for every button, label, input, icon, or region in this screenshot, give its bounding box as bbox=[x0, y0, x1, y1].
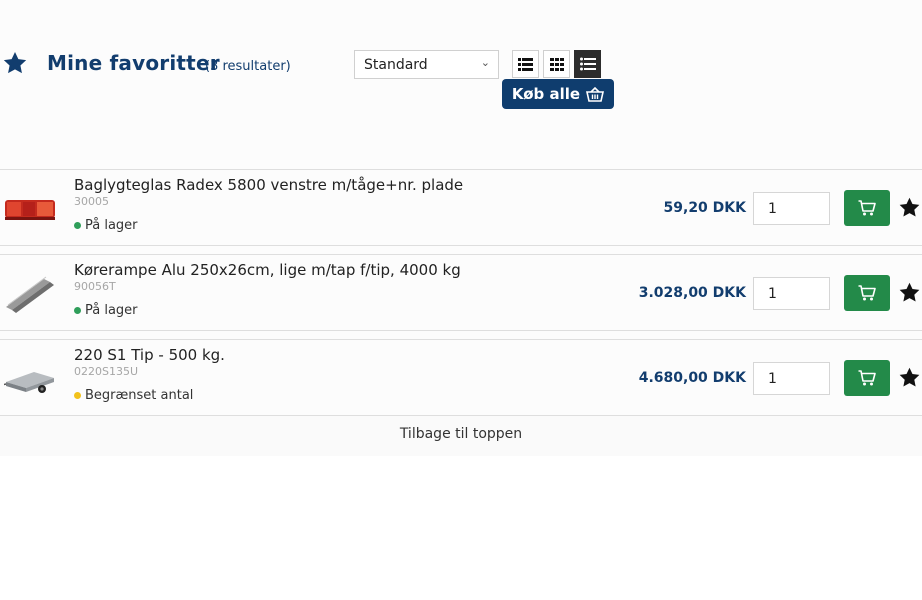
stock-status: Begrænset antal bbox=[74, 388, 193, 403]
sort-select[interactable]: Standard ⌄ bbox=[354, 50, 499, 79]
list-view-icon bbox=[518, 57, 533, 71]
product-sku: 90056T bbox=[74, 280, 116, 293]
product-sku: 0220S135U bbox=[74, 365, 139, 378]
sort-select-value: Standard bbox=[364, 57, 428, 73]
stock-status: På lager bbox=[74, 303, 138, 318]
stock-dot-icon bbox=[74, 222, 81, 229]
product-image[interactable] bbox=[4, 273, 56, 313]
chevron-down-icon: ⌄ bbox=[480, 56, 490, 69]
stock-dot-icon bbox=[74, 307, 81, 314]
grid-view-icon bbox=[549, 57, 564, 71]
grid-view-button[interactable] bbox=[543, 50, 570, 78]
product-name[interactable]: 220 S1 Tip - 500 kg. bbox=[74, 346, 225, 364]
product-row: Kørerampe Alu 250x26cm, lige m/tap f/tip… bbox=[0, 254, 922, 331]
product-image[interactable] bbox=[4, 358, 56, 398]
detail-list-view-button[interactable] bbox=[574, 50, 601, 78]
detail-list-view-icon bbox=[579, 57, 596, 71]
stock-label: På lager bbox=[85, 218, 138, 233]
product-image[interactable] bbox=[4, 188, 56, 228]
product-sku: 30005 bbox=[74, 195, 109, 208]
cart-icon bbox=[858, 285, 876, 301]
product-price: 3.028,00 DKK bbox=[638, 285, 746, 301]
basket-icon bbox=[586, 86, 605, 102]
stock-dot-icon bbox=[74, 392, 81, 399]
buy-all-label: Køb alle bbox=[511, 85, 581, 103]
cart-icon bbox=[858, 370, 876, 386]
stock-label: På lager bbox=[85, 303, 138, 318]
product-name[interactable]: Baglygteglas Radex 5800 venstre m/tåge+n… bbox=[74, 176, 463, 194]
add-to-cart-button[interactable] bbox=[844, 275, 890, 311]
product-row: Baglygteglas Radex 5800 venstre m/tåge+n… bbox=[0, 169, 922, 246]
favorite-star-icon[interactable] bbox=[898, 196, 921, 219]
product-price: 59,20 DKK bbox=[663, 200, 746, 216]
product-price: 4.680,00 DKK bbox=[638, 370, 746, 386]
add-to-cart-button[interactable] bbox=[844, 190, 890, 226]
stock-status: På lager bbox=[74, 218, 138, 233]
favorite-star-icon[interactable] bbox=[898, 281, 921, 304]
product-row: 220 S1 Tip - 500 kg. 0220S135U Begrænset… bbox=[0, 339, 922, 416]
quantity-input[interactable]: 1 bbox=[753, 192, 830, 225]
quantity-input[interactable]: 1 bbox=[753, 362, 830, 395]
cart-icon bbox=[858, 200, 876, 216]
product-name[interactable]: Kørerampe Alu 250x26cm, lige m/tap f/tip… bbox=[74, 261, 461, 279]
page-title: Mine favoritter bbox=[47, 51, 220, 75]
back-to-top-link[interactable]: Tilbage til toppen bbox=[0, 416, 922, 456]
list-view-button[interactable] bbox=[512, 50, 539, 78]
buy-all-button[interactable]: Køb alle bbox=[502, 79, 614, 109]
quantity-input[interactable]: 1 bbox=[753, 277, 830, 310]
stock-label: Begrænset antal bbox=[85, 388, 194, 403]
add-to-cart-button[interactable] bbox=[844, 360, 890, 396]
favorite-star-icon[interactable] bbox=[898, 366, 921, 389]
star-icon bbox=[3, 51, 27, 74]
result-count: (3 resultater) bbox=[205, 59, 291, 74]
